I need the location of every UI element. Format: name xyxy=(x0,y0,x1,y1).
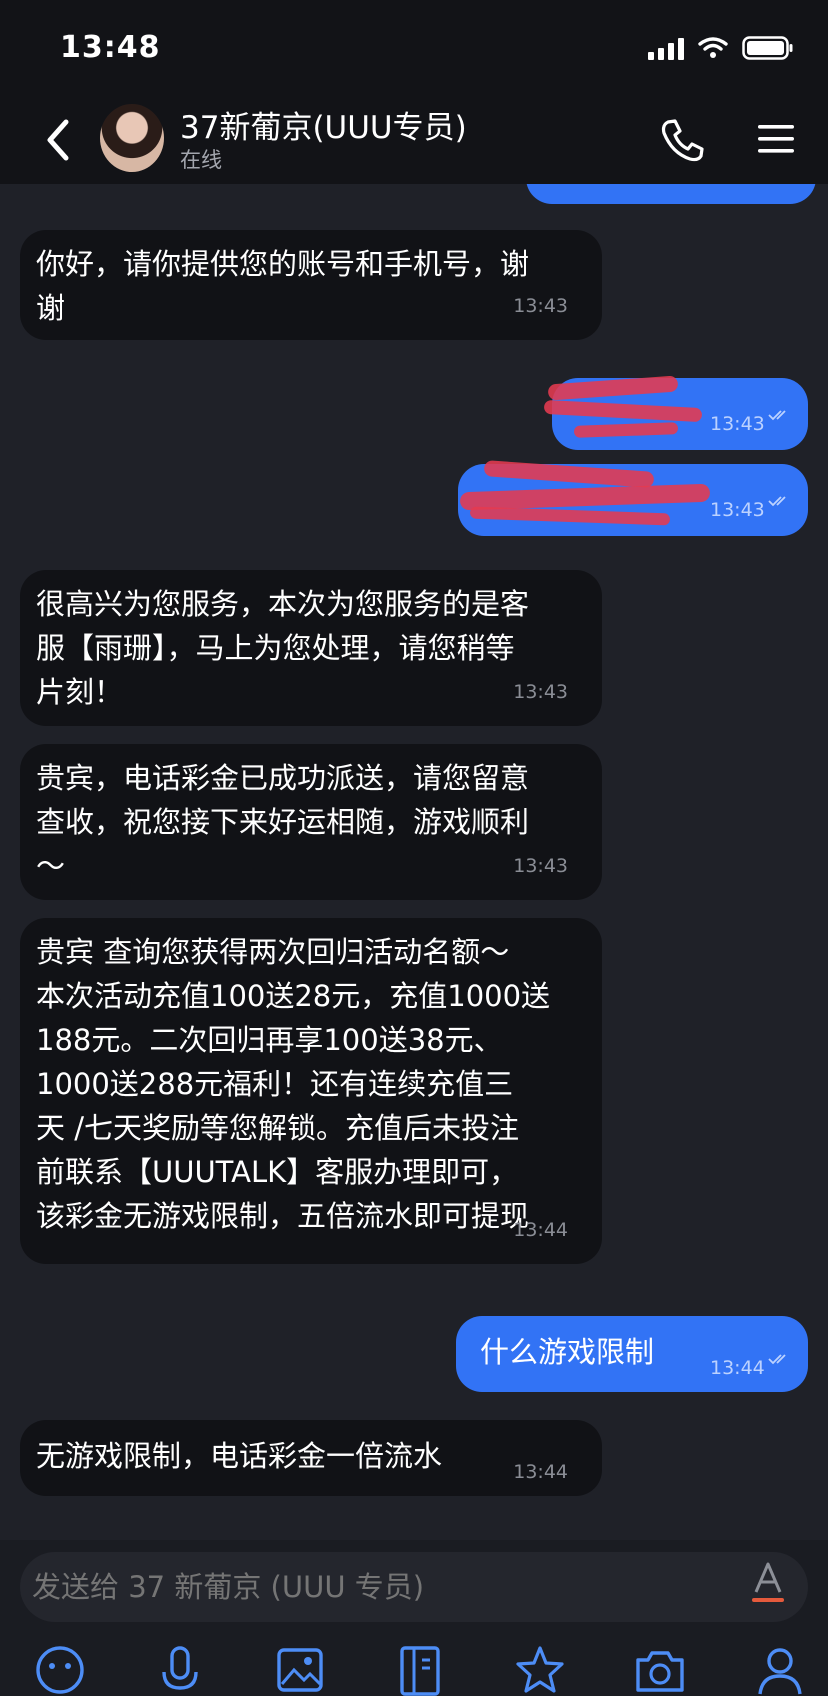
battery-icon xyxy=(742,36,793,60)
message-time: 13:44 xyxy=(513,1461,568,1483)
message-time: 13:43 xyxy=(710,413,765,435)
message-bubble-outgoing[interactable]: 什么游戏限制 13:44 xyxy=(456,1316,808,1392)
signal-icon xyxy=(648,36,684,60)
message-bubble-incoming[interactable]: 很高兴为您服务，本次为您服务的是客 服【雨珊】，马上为您处理，请您稍等 片刻！ … xyxy=(20,570,602,726)
message-input[interactable] xyxy=(20,1552,808,1622)
menu-icon[interactable] xyxy=(756,122,796,156)
avatar[interactable] xyxy=(100,104,164,172)
back-icon[interactable] xyxy=(38,114,78,166)
composer-toolbar xyxy=(0,1644,828,1696)
microphone-icon[interactable] xyxy=(154,1644,206,1696)
message-bubble-incoming[interactable]: 贵宾，电话彩金已成功派送，请您留意 查收，祝您接下来好运相随，游戏顺利 ～ 13… xyxy=(20,744,602,900)
phone-icon[interactable] xyxy=(658,116,706,164)
status-time: 13:48 xyxy=(60,30,161,65)
message-text: 什么游戏限制 xyxy=(480,1335,655,1369)
chat-header: 37新葡京(UUU专员) 在线 xyxy=(0,96,828,184)
message-time: 13:44 xyxy=(710,1357,765,1379)
camera-icon[interactable] xyxy=(634,1644,686,1696)
message-bubble-incoming[interactable]: 无游戏限制，电话彩金一倍流水 13:44 xyxy=(20,1420,602,1496)
status-icons xyxy=(648,36,794,60)
star-icon[interactable] xyxy=(514,1644,566,1696)
read-check-icon xyxy=(768,496,786,507)
read-check-icon xyxy=(768,410,786,421)
status-bar: 13:48 xyxy=(0,0,828,96)
message-text: 贵宾，电话彩金已成功派送，请您留意 查收，祝您接下来好运相随，游戏顺利 ～ xyxy=(36,761,530,883)
chat-title[interactable]: 37新葡京(UUU专员) xyxy=(180,102,467,147)
composer xyxy=(0,1540,828,1696)
text-format-icon[interactable] xyxy=(748,1560,788,1606)
message-text: 贵宾 查询您获得两次回归活动名额～ 本次活动充值100送28元，充值1000送 … xyxy=(36,935,551,1233)
user-icon[interactable] xyxy=(754,1644,806,1696)
message-text: 无游戏限制，电话彩金一倍流水 xyxy=(36,1439,443,1473)
image-icon[interactable] xyxy=(274,1644,326,1696)
message-time: 13:43 xyxy=(513,855,568,877)
wifi-icon xyxy=(698,37,728,58)
message-time: 13:43 xyxy=(513,295,568,317)
message-list[interactable]: 你好，请你提供您的账号和手机号，谢 谢 13:43 13:43 13:43 很高… xyxy=(0,184,828,1540)
read-check-icon xyxy=(768,1354,786,1365)
message-text: 很高兴为您服务，本次为您服务的是客 服【雨珊】，马上为您处理，请您稍等 片刻！ xyxy=(36,587,530,709)
message-text: 你好，请你提供您的账号和手机号，谢 谢 xyxy=(36,247,530,325)
message-time: 13:44 xyxy=(513,1219,568,1241)
message-bubble-partial[interactable] xyxy=(526,184,816,204)
online-status: 在线 xyxy=(180,148,222,172)
emoji-icon[interactable] xyxy=(34,1644,86,1696)
document-icon[interactable] xyxy=(394,1644,446,1696)
message-time: 13:43 xyxy=(513,681,568,703)
message-bubble-incoming[interactable]: 贵宾 查询您获得两次回归活动名额～ 本次活动充值100送28元，充值1000送 … xyxy=(20,918,602,1264)
message-bubble-incoming[interactable]: 你好，请你提供您的账号和手机号，谢 谢 13:43 xyxy=(20,230,602,340)
message-time: 13:43 xyxy=(710,499,765,521)
